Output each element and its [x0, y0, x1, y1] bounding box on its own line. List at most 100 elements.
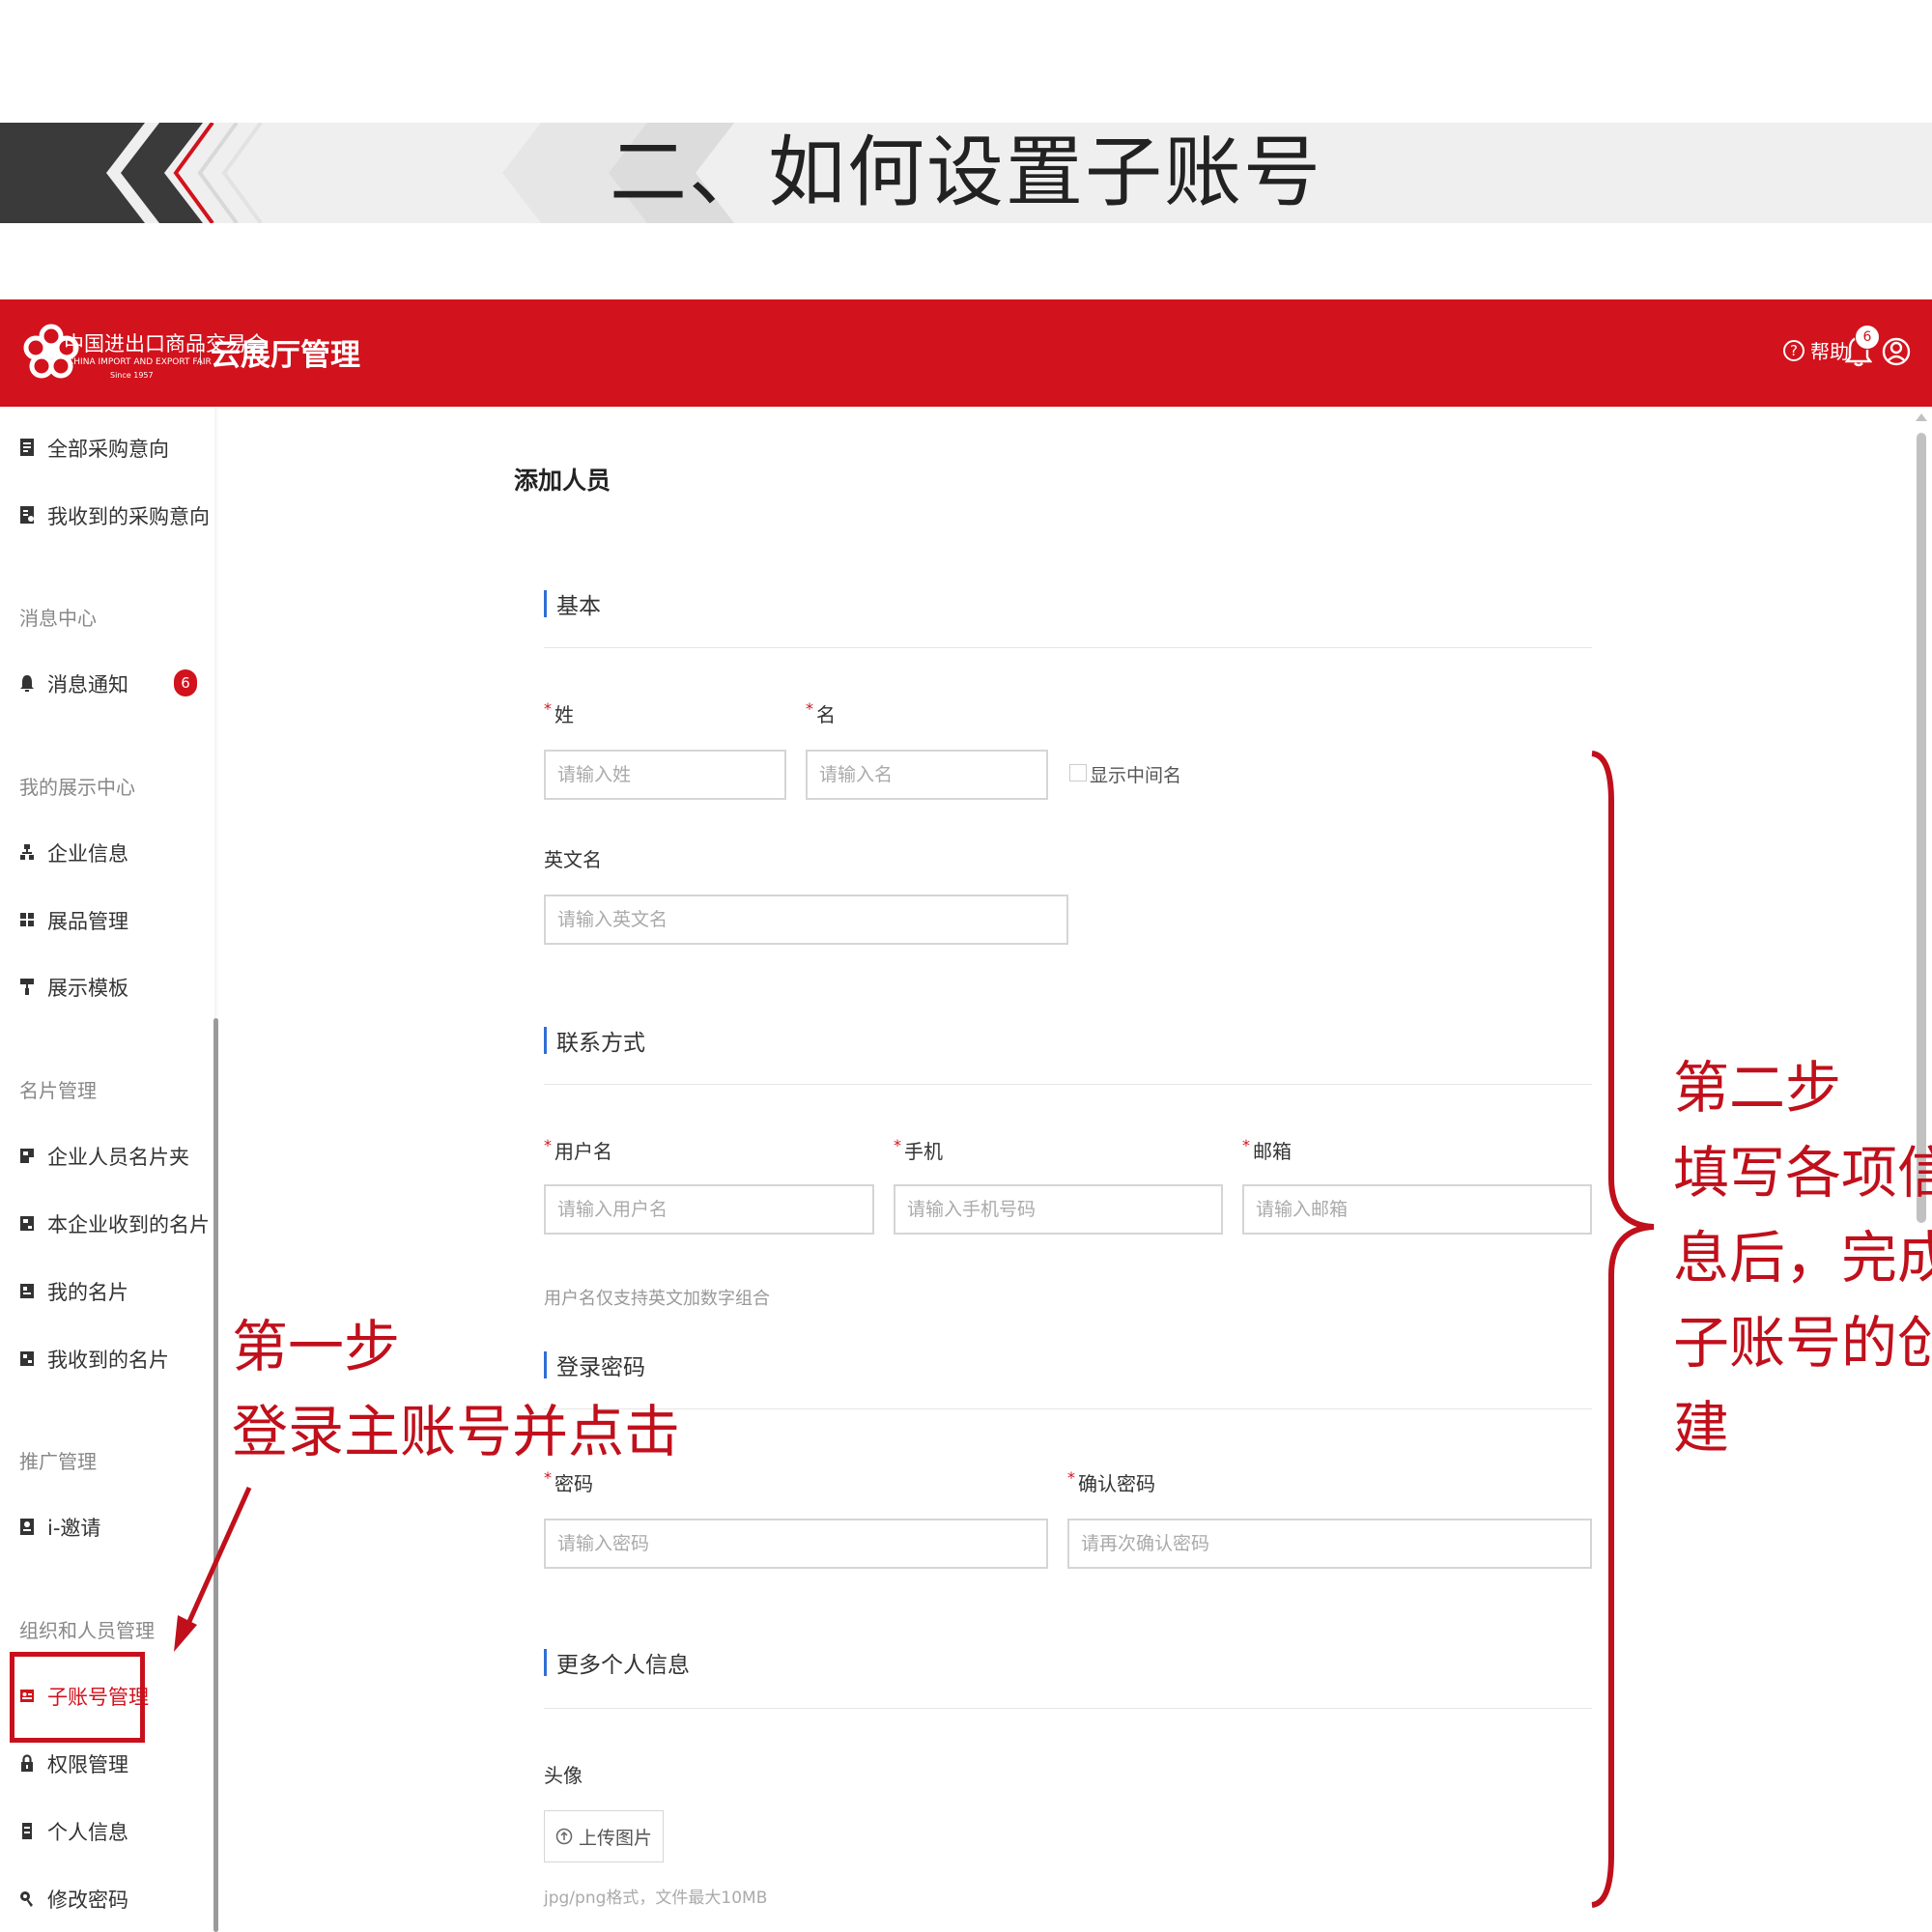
sidebar-item-display-template[interactable]: 展示模板 — [0, 967, 214, 1006]
upload-cloud-icon — [555, 1828, 573, 1845]
help-button[interactable]: ? 帮助 — [1783, 336, 1849, 364]
sidebar-item-label: 修改密码 — [47, 1889, 128, 1912]
upload-image-label: 上传图片 — [578, 1827, 652, 1849]
upload-image-button[interactable]: 上传图片 — [544, 1810, 664, 1862]
section-divider — [544, 1408, 1592, 1409]
section-contact: 联系方式 — [544, 1026, 645, 1056]
sidebar-item-label: 全部采购意向 — [47, 438, 169, 461]
annotation-step1: 第一步 登录主账号并点击 — [232, 1304, 680, 1474]
annotation-step2-line: 建 — [1673, 1395, 1730, 1461]
sidebar-item-label: 我收到的名片 — [47, 1349, 169, 1372]
sidebar-item-company-received-cards[interactable]: 本企业收到的名片 — [0, 1204, 214, 1242]
sidebar-item-all-purchase-intents[interactable]: 全部采购意向 — [0, 428, 214, 467]
sidebar-item-invite[interactable]: i-邀请 — [0, 1507, 214, 1546]
logo-separator — [200, 336, 201, 365]
confirm-password-input[interactable]: 请再次确认密码 — [1067, 1519, 1592, 1569]
required-mark: * — [806, 699, 813, 718]
annotation-step2-line: 息后，完成 — [1673, 1225, 1932, 1291]
id-icon — [22, 1823, 32, 1839]
required-mark: * — [544, 1136, 552, 1154]
sidebar-item-personal-info[interactable]: 个人信息 — [0, 1811, 214, 1850]
email-input[interactable]: 请输入邮箱 — [1242, 1184, 1592, 1235]
sidebar-section-cards: 名片管理 — [19, 1079, 97, 1102]
sidebar-item-notifications[interactable]: 消息通知 6 — [0, 664, 214, 702]
last-name-label: * 姓 — [544, 699, 574, 726]
avatar-label: 头像 — [544, 1764, 582, 1787]
annotation-step2-title: 第二步 — [1673, 1055, 1842, 1121]
avatar-hint: jpg/png格式，文件最大10MB — [544, 1889, 768, 1908]
sidebar-item-label: 我的名片 — [47, 1281, 128, 1304]
annotation-step2-line: 子账号的创 — [1673, 1310, 1932, 1376]
paint-roller-icon — [20, 979, 34, 995]
app-header: 中国进出口商品交易会 CHINA IMPORT AND EXPORT FAIR … — [0, 299, 1932, 407]
logo-english-text: CHINA IMPORT AND EXPORT FAIR — [68, 357, 212, 367]
sidebar-item-label: 消息通知 — [47, 673, 128, 696]
phone-input[interactable]: 请输入手机号码 — [894, 1184, 1223, 1235]
document-received-icon — [20, 506, 34, 524]
notification-count-badge: 6 — [1855, 325, 1880, 350]
confirm-password-label: * 确认密码 — [1067, 1468, 1155, 1495]
sidebar-item-label: 展示模板 — [47, 977, 128, 1000]
sidebar-item-label: 企业信息 — [47, 842, 128, 866]
english-name-input[interactable]: 请输入英文名 — [544, 895, 1068, 945]
card-inbox-icon — [20, 1351, 34, 1366]
required-mark: * — [1242, 1136, 1250, 1154]
sidebar-item-my-received-cards[interactable]: 我收到的名片 — [0, 1339, 214, 1378]
lock-icon — [21, 1754, 33, 1772]
help-icon: ? — [1783, 339, 1804, 361]
sidebar-item-label: 权限管理 — [47, 1753, 128, 1776]
sidebar-item-label: 个人信息 — [47, 1821, 128, 1844]
sidebar-item-label: 展品管理 — [47, 910, 128, 933]
sidebar-item-received-purchase-intents[interactable]: 我收到的采购意向 — [0, 496, 214, 534]
section-more-title: 更多个人信息 — [556, 1653, 690, 1678]
sidebar-item-exhibit-management[interactable]: 展品管理 — [0, 900, 214, 939]
scroll-up-arrow-icon[interactable] — [1916, 413, 1927, 421]
section-divider — [544, 647, 1592, 648]
sidebar-item-permission-management[interactable]: 权限管理 — [0, 1744, 214, 1782]
card-holder-icon — [20, 1149, 34, 1163]
grid-icon — [20, 913, 34, 926]
section-contact-title: 联系方式 — [556, 1031, 645, 1056]
password-input[interactable]: 请输入密码 — [544, 1519, 1048, 1569]
app-name: 云展厅管理 — [211, 338, 360, 373]
annotation-graphics — [174, 751, 1655, 1908]
required-mark: * — [544, 699, 552, 718]
sidebar-item-label: i-邀请 — [47, 1517, 101, 1540]
required-mark: * — [894, 1136, 901, 1154]
section-divider — [544, 1708, 1592, 1709]
sidebar-item-company-info[interactable]: 企业信息 — [0, 833, 214, 871]
username-input[interactable]: 请输入用户名 — [544, 1184, 874, 1235]
sidebar-section-promotion: 推广管理 — [19, 1450, 97, 1473]
card-received-icon — [20, 1216, 34, 1231]
section-basic-title: 基本 — [556, 594, 601, 619]
invite-icon — [20, 1519, 34, 1535]
section-basic: 基本 — [544, 589, 601, 619]
sidebar-item-label: 企业人员名片夹 — [47, 1146, 189, 1169]
organization-icon — [20, 844, 34, 860]
required-mark: * — [1067, 1468, 1075, 1487]
email-label: * 邮箱 — [1242, 1136, 1292, 1163]
first-name-input[interactable]: 请输入名 — [806, 750, 1048, 800]
section-divider — [544, 1084, 1592, 1085]
sidebar-scrollbar[interactable] — [213, 1018, 218, 1932]
sidebar-item-change-password[interactable]: 修改密码 — [0, 1879, 214, 1918]
sidebar-item-label: 我收到的采购意向 — [47, 505, 210, 528]
key-icon — [20, 1891, 33, 1907]
section-more-info: 更多个人信息 — [544, 1648, 690, 1678]
slide-title: 二、如何设置子账号 — [610, 128, 1322, 217]
annotation-step1-title: 第一步 — [232, 1314, 401, 1379]
user-avatar-icon[interactable] — [1882, 334, 1911, 369]
document-icon — [20, 439, 34, 456]
sidebar-item-my-card[interactable]: 我的名片 — [0, 1271, 214, 1310]
card-icon — [20, 1284, 34, 1298]
sidebar-section-display: 我的展示中心 — [19, 776, 135, 799]
sidebar-item-staff-card-holder[interactable]: 企业人员名片夹 — [0, 1136, 214, 1175]
logo-since-text: Since 1957 — [110, 371, 154, 380]
phone-label: * 手机 — [894, 1136, 943, 1163]
sidebar-section-messages: 消息中心 — [19, 607, 97, 630]
step1-highlight-box — [10, 1652, 145, 1743]
annotation-step1-text: 登录主账号并点击 — [232, 1399, 681, 1464]
first-name-label: * 名 — [806, 699, 836, 726]
last-name-input[interactable]: 请输入姓 — [544, 750, 786, 800]
show-middle-name-checkbox[interactable] — [1069, 764, 1087, 781]
